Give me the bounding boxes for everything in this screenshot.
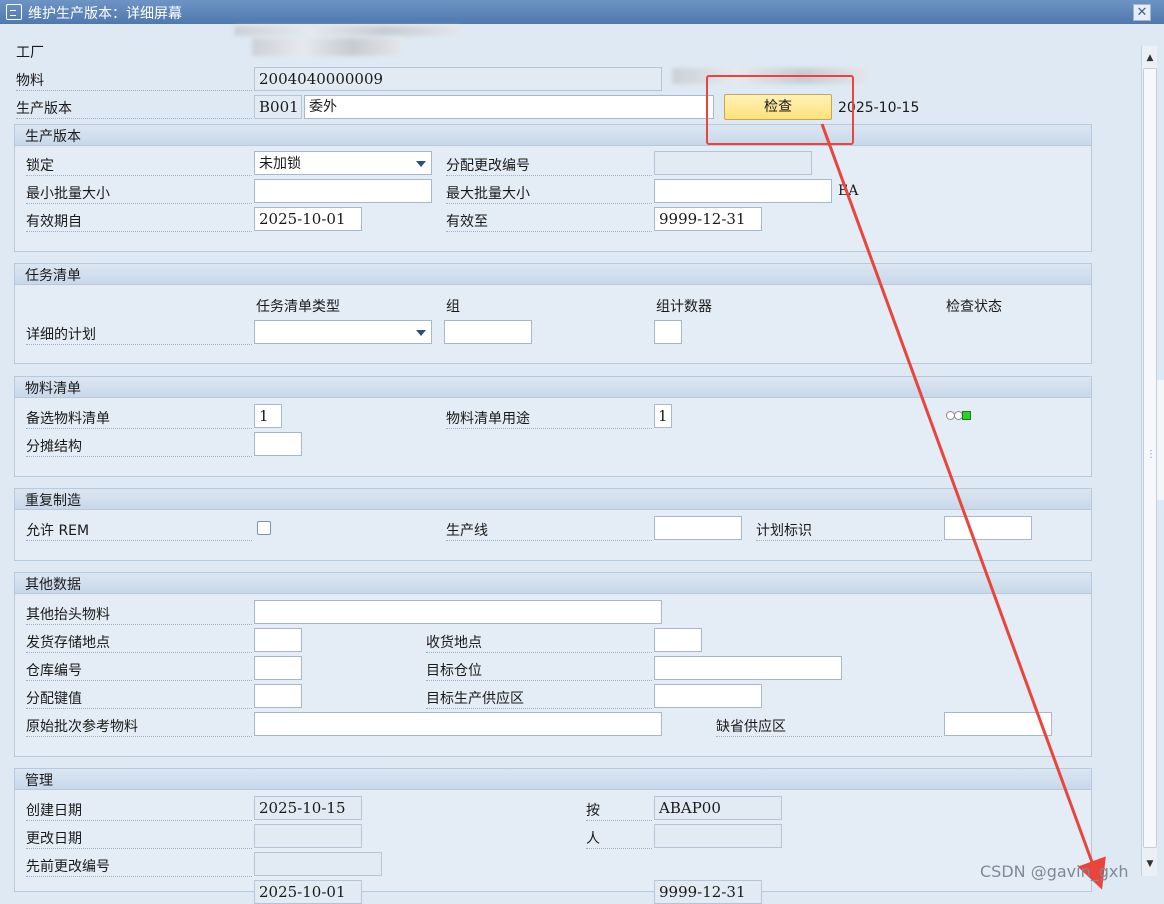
annotation-arrow-icon — [820, 123, 1106, 890]
csdn-watermark: CSDN @gavin_gxh — [980, 862, 1129, 881]
